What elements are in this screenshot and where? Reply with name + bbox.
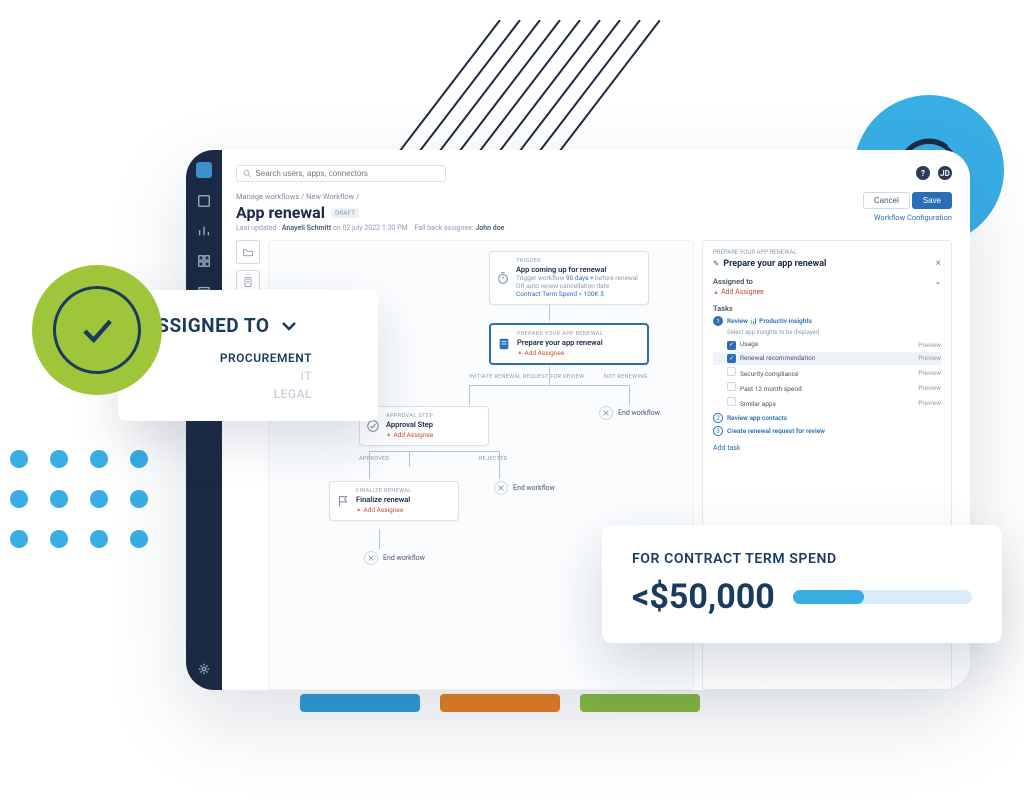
node-end-workflow-2[interactable]: End workflow	[494, 481, 555, 495]
node-trigger[interactable]: TRIGGER App coming up for renewal Trigge…	[489, 251, 649, 305]
node-end-workflow-3[interactable]: End workflow	[364, 551, 425, 565]
assigned-opt-procurement[interactable]: PROCUREMENT	[144, 351, 312, 365]
breadcrumb[interactable]: Manage workflows / New Workflow /	[236, 192, 504, 201]
flag-icon	[335, 493, 351, 509]
success-check-badge	[32, 265, 162, 395]
search-icon	[243, 169, 251, 178]
task-create-renewal-request[interactable]: 3Create renewal request for review	[713, 426, 941, 436]
insight-renewal-recommendation[interactable]: Renewal recommendationPreview	[713, 352, 941, 366]
timer-icon	[495, 270, 511, 286]
add-assignee-link[interactable]: Add Assignee	[386, 431, 480, 439]
help-icon[interactable]: ?	[916, 166, 930, 180]
user-avatar-icon[interactable]: JD	[938, 166, 952, 180]
top-bar: ? JD	[236, 160, 952, 186]
document-icon	[496, 336, 512, 352]
insight-usage[interactable]: UsagePreview	[713, 338, 941, 352]
branch-label-rejected: REJECTED	[479, 456, 508, 462]
decorative-under-bars	[300, 694, 700, 712]
panel-step-icon: ✎	[713, 259, 719, 268]
node-finalize-renewal[interactable]: FINALIZE RENEWAL Finalize renewal Add As…	[329, 481, 459, 521]
assigned-to-title[interactable]: ASSIGNED TO	[144, 314, 352, 337]
insight-similar-apps[interactable]: Similar appsPreview	[713, 395, 941, 410]
cancel-button[interactable]: Cancel	[863, 192, 910, 209]
check-icon	[75, 308, 119, 352]
add-assignee-link[interactable]: Add Assignee	[517, 349, 639, 357]
insight-past-12-month-spend[interactable]: Past 12 month spendPreview	[713, 380, 941, 395]
insight-security-compliance[interactable]: Security compliancePreview	[713, 365, 941, 380]
spend-slider[interactable]	[793, 590, 972, 604]
save-button[interactable]: Save	[912, 192, 952, 209]
decorative-dot-grid	[10, 450, 148, 548]
nav-analytics-icon[interactable]	[197, 224, 211, 238]
assigned-opt-it[interactable]: IT	[144, 369, 312, 383]
page-title: App renewal	[236, 203, 325, 222]
panel-title: Prepare your app renewal	[723, 259, 826, 269]
contract-spend-card: FOR CONTRACT TERM SPEND <$50,000	[602, 525, 1002, 643]
node-end-workflow-1[interactable]: End workflow	[599, 406, 660, 420]
chevron-down-icon[interactable]: ⌄	[935, 277, 941, 286]
branch-label-initiate: INITIATE RENEWAL REQUEST FOR REVIEW	[469, 374, 584, 380]
node-prepare-renewal[interactable]: PREPARE YOUR APP RENEWAL Prepare your ap…	[489, 323, 649, 365]
tool-folder-button[interactable]	[236, 240, 260, 264]
contract-spend-label: FOR CONTRACT TERM SPEND	[632, 551, 972, 567]
node-approval-step[interactable]: APPROVAL STEP Approval Step Add Assignee	[359, 406, 489, 446]
nav-home-icon[interactable]	[197, 194, 211, 208]
workflow-configuration-link[interactable]: Workflow Configuration	[863, 213, 952, 222]
panel-add-assignee-link[interactable]: Add Assignee	[713, 288, 941, 296]
branch-label-not-renewing: NOT RENEWING	[604, 374, 647, 380]
task-review-insights[interactable]: 1 Review 📊 Productiv insights	[713, 316, 941, 326]
branch-label-approved: APPROVED	[359, 456, 389, 462]
nav-grid-icon[interactable]	[197, 254, 211, 268]
brand-logo-icon[interactable]	[196, 162, 212, 178]
chevron-down-icon	[279, 316, 299, 336]
assigned-opt-legal[interactable]: LEGAL	[144, 387, 312, 401]
task-review-app-contacts[interactable]: 2Review app contacts	[713, 413, 941, 423]
panel-tasks-label: Tasks	[713, 304, 941, 313]
contract-spend-amount: <$50,000	[632, 577, 775, 617]
panel-eyebrow: PREPARE YOUR APP RENEWAL	[713, 249, 941, 256]
status-badge: DRAFT	[331, 208, 359, 218]
search-field[interactable]	[255, 169, 439, 178]
nav-settings-icon[interactable]	[197, 662, 211, 676]
add-assignee-link[interactable]: Add Assignee	[356, 506, 450, 514]
page-meta: Last updated : Anayeli Schmitt on 02 jul…	[236, 224, 504, 232]
close-panel-icon[interactable]: ×	[936, 258, 941, 269]
add-task-link[interactable]: Add task	[713, 444, 941, 452]
search-input[interactable]	[236, 165, 446, 182]
